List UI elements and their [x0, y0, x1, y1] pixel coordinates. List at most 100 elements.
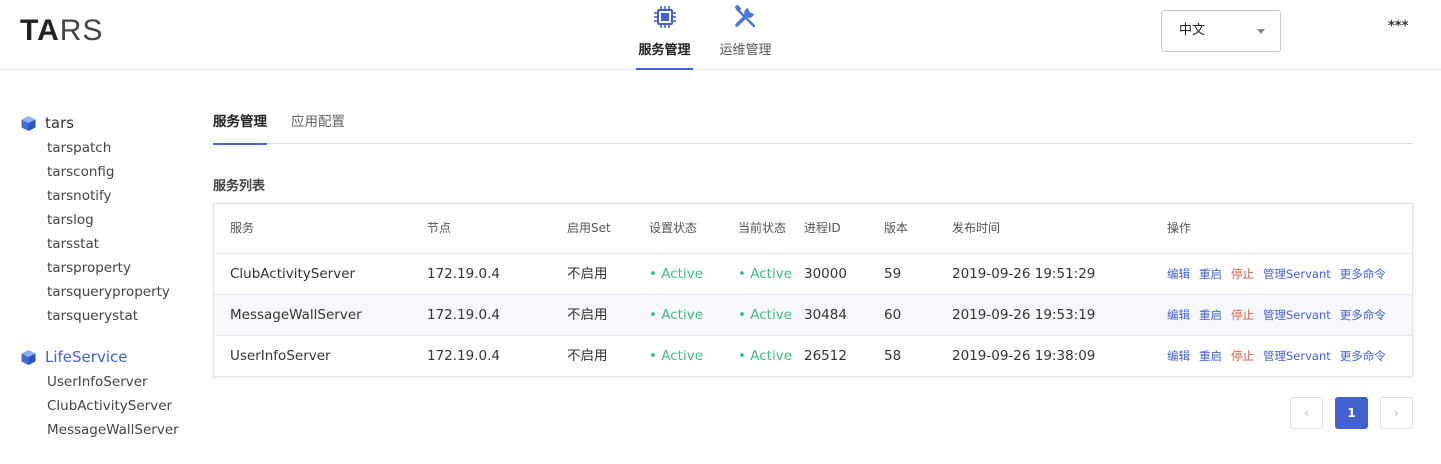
server-item-tarsquerystat[interactable]: tarsquerystat: [20, 304, 200, 328]
pagination: ‹ 1 ›: [1290, 397, 1413, 429]
more-commands-button[interactable]: 更多命令: [1340, 295, 1386, 336]
set-cell: 不启用: [567, 307, 608, 323]
tab-bar: 服务管理 应用配置: [213, 100, 1413, 145]
edit-button[interactable]: 编辑: [1167, 336, 1190, 377]
set-cell: 不启用: [567, 348, 608, 364]
column-header: 操作: [1167, 221, 1192, 235]
restart-button[interactable]: 重启: [1199, 336, 1222, 377]
stop-button[interactable]: 停止: [1231, 295, 1254, 336]
column-header: 启用Set: [567, 221, 611, 235]
publish-time-cell: 2019-09-26 19:38:09: [952, 348, 1096, 364]
more-commands-button[interactable]: 更多命令: [1340, 336, 1386, 377]
server-item-clubactivityserver[interactable]: ClubActivityServer: [20, 394, 200, 418]
manage-servant-button[interactable]: 管理Servant: [1263, 336, 1331, 377]
restart-button[interactable]: 重启: [1199, 295, 1222, 336]
pid-cell: 30000: [804, 266, 847, 282]
logo-bold-text: TA: [20, 14, 60, 47]
column-header: 当前状态: [738, 221, 787, 235]
actions-cell: 编辑 重启 停止 管理Servant 更多命令: [1167, 336, 1386, 377]
column-header: 发布时间: [952, 221, 1001, 235]
service-name-cell: ClubActivityServer: [230, 266, 356, 282]
edit-button[interactable]: 编辑: [1167, 254, 1190, 295]
server-item-tarsconfig[interactable]: tarsconfig: [20, 160, 200, 184]
prev-page-button[interactable]: ‹: [1290, 397, 1323, 429]
next-page-button[interactable]: ›: [1380, 397, 1413, 429]
tab-service-management[interactable]: 服务管理: [213, 100, 267, 145]
server-item-userinfoserver[interactable]: UserInfoServer: [20, 370, 200, 394]
setting-status-cell: • Active: [649, 307, 704, 323]
server-item-messagewallserver[interactable]: MessageWallServer: [20, 418, 200, 442]
current-status-cell: • Active: [738, 348, 793, 364]
app-item-lifeservice[interactable]: LifeService: [20, 344, 200, 370]
node-cell: 172.19.0.4: [427, 307, 500, 323]
setting-status-cell: • Active: [649, 266, 704, 282]
app-name: tars: [45, 114, 75, 132]
server-item-tarslog[interactable]: tarslog: [20, 208, 200, 232]
tab-app-config[interactable]: 应用配置: [291, 100, 345, 144]
app-group-lifeservice: LifeService UserInfoServer ClubActivityS…: [20, 344, 200, 442]
current-status-cell: • Active: [738, 307, 793, 323]
service-name-cell: MessageWallServer: [230, 307, 362, 323]
section-title: 服务列表: [213, 179, 266, 194]
stop-button[interactable]: 停止: [1231, 254, 1254, 295]
main-content: 服务管理 应用配置 服务列表 服务 节点 启用Set 设置状态 当前状态 进程I…: [213, 100, 1413, 377]
tars-logo[interactable]: TARS: [20, 14, 103, 48]
setting-status-cell: • Active: [649, 348, 704, 364]
node-cell: 172.19.0.4: [427, 266, 500, 282]
publish-time-cell: 2019-09-26 19:53:19: [952, 307, 1096, 323]
server-item-tarsnotify[interactable]: tarsnotify: [20, 184, 200, 208]
version-cell: 60: [884, 307, 902, 323]
actions-cell: 编辑 重启 停止 管理Servant 更多命令: [1167, 295, 1386, 336]
manage-servant-button[interactable]: 管理Servant: [1263, 295, 1331, 336]
table-row: MessageWallServer 172.19.0.4 不启用 • Activ…: [214, 294, 1412, 335]
column-header: 进程ID: [804, 221, 841, 235]
column-header: 版本: [884, 221, 909, 235]
table-row: ClubActivityServer 172.19.0.4 不启用 • Acti…: [214, 253, 1412, 294]
top-nav: 服务管理 运维管理: [636, 0, 774, 70]
caret-down-icon: [1257, 29, 1265, 34]
pid-cell: 26512: [804, 348, 847, 364]
logo-light-text: RS: [59, 14, 104, 47]
server-item-tarsstat[interactable]: tarsstat: [20, 232, 200, 256]
table-row: UserInfoServer 172.19.0.4 不启用 • Active •…: [214, 335, 1412, 376]
stop-button[interactable]: 停止: [1231, 336, 1254, 377]
column-header: 服务: [230, 221, 255, 235]
topnav-service-management[interactable]: 服务管理: [636, 0, 693, 70]
column-header: 设置状态: [649, 221, 698, 235]
server-item-tarsproperty[interactable]: tarsproperty: [20, 256, 200, 280]
cube-icon: [21, 115, 36, 131]
topnav-label: 服务管理: [638, 43, 691, 58]
more-menu-button[interactable]: ***: [1388, 19, 1408, 34]
app-group-tars: tars tarspatch tarsconfig tarsnotify tar…: [20, 110, 200, 328]
pid-cell: 30484: [804, 307, 847, 323]
actions-cell: 编辑 重启 停止 管理Servant 更多命令: [1167, 254, 1386, 295]
restart-button[interactable]: 重启: [1199, 254, 1222, 295]
node-cell: 172.19.0.4: [427, 348, 500, 364]
set-cell: 不启用: [567, 266, 608, 282]
cube-icon: [21, 349, 36, 365]
app-name: LifeService: [45, 348, 128, 366]
topnav-ops-management[interactable]: 运维管理: [717, 0, 774, 70]
tools-icon: [734, 4, 755, 28]
service-table: 服务 节点 启用Set 设置状态 当前状态 进程ID 版本 发布时间 操作 Cl…: [213, 203, 1413, 377]
language-selected-value: 中文: [1179, 23, 1206, 38]
more-commands-button[interactable]: 更多命令: [1340, 254, 1386, 295]
publish-time-cell: 2019-09-26 19:51:29: [952, 266, 1096, 282]
chip-icon: [653, 6, 676, 28]
version-cell: 59: [884, 266, 902, 282]
column-header: 节点: [427, 221, 452, 235]
service-name-cell: UserInfoServer: [230, 348, 331, 364]
topnav-label: 运维管理: [719, 43, 772, 58]
table-header-row: 服务 节点 启用Set 设置状态 当前状态 进程ID 版本 发布时间 操作: [214, 204, 1412, 253]
manage-servant-button[interactable]: 管理Servant: [1263, 254, 1331, 295]
server-item-tarspatch[interactable]: tarspatch: [20, 136, 200, 160]
app-item-tars[interactable]: tars: [20, 110, 200, 136]
edit-button[interactable]: 编辑: [1167, 295, 1190, 336]
top-header: TARS 服务管理 运维管理 中文 ***: [0, 0, 1441, 70]
app-tree-sidebar: tars tarspatch tarsconfig tarsnotify tar…: [20, 110, 200, 458]
current-status-cell: • Active: [738, 266, 793, 282]
language-select[interactable]: 中文: [1161, 10, 1281, 52]
page-1-button[interactable]: 1: [1335, 397, 1368, 429]
server-item-tarsqueryproperty[interactable]: tarsqueryproperty: [20, 280, 200, 304]
version-cell: 58: [884, 348, 902, 364]
